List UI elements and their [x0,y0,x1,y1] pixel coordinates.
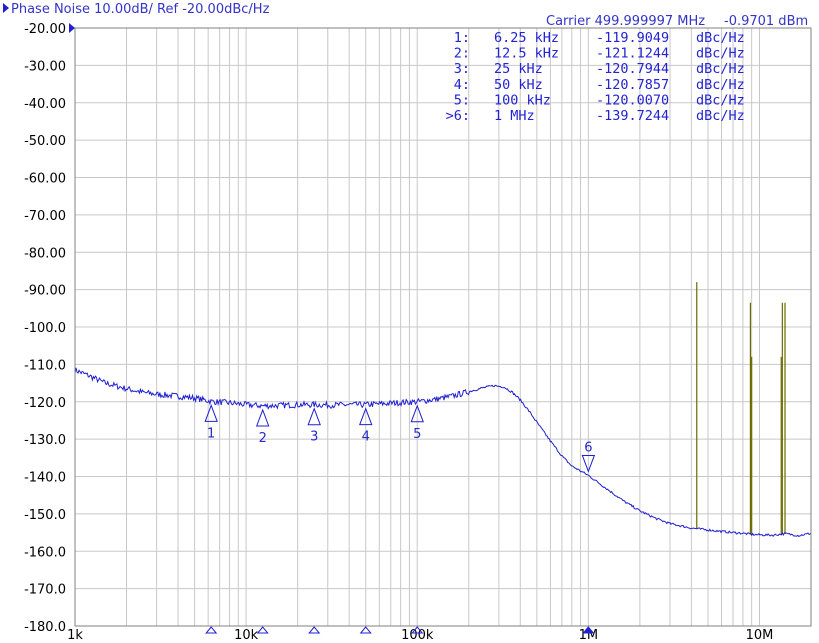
marker-label: 6 [584,440,592,455]
x-tick-label: 1k [67,628,83,643]
bottom-marker-ticks [205,626,595,634]
marker-value: -121.1244 [596,46,669,62]
marker-value: -119.9049 [596,30,669,46]
markers: 1 2 3 4 5 6 [204,403,596,473]
phase-noise-trace [74,367,812,538]
y-tick-label: -150.0 [24,508,66,523]
marker-frequency: 50 kHz [494,77,543,93]
marker-readout-table: 1: 6.25 kHz -119.9049 dBc/Hz 2: 12.5 kHz -121.… [446,30,745,124]
ref-level-arrow-icon[interactable] [69,23,75,33]
marker-unit: dBc/Hz [696,61,745,77]
marker-value: -120.7857 [596,77,669,93]
marker-value: -139.7244 [596,108,669,124]
marker-unit: dBc/Hz [696,30,745,46]
y-tick-label: -130.0 [24,433,66,448]
y-axis-tick-labels: -20.00 -30.00 -40.00 -50.00 -60.00 -70.00 -80.… [24,22,66,635]
y-tick-label: -30.00 [24,59,66,74]
marker-id: 5: [454,92,470,108]
y-tick-label: -110.0 [24,358,66,373]
y-tick-label: -60.00 [24,172,66,187]
marker-id: 1: [454,30,470,46]
y-tick-label: -120.0 [24,396,66,411]
carrier-power: -0.9701 dBm [724,14,808,29]
marker-label: 4 [362,430,370,445]
y-tick-label: -180.0 [24,620,66,635]
x-tick-label: 100k [401,628,434,643]
y-tick-label: -20.00 [24,22,66,37]
marker-label: 2 [259,431,267,446]
marker-id: 3: [454,61,470,77]
trace-selector-arrow-icon[interactable] [3,3,9,13]
marker-label: 3 [310,430,318,445]
marker-bottom-tick [359,626,372,634]
marker-unit: dBc/Hz [696,77,745,93]
y-tick-label: -80.00 [24,246,66,261]
marker-frequency: 12.5 kHz [494,46,559,62]
spur-lines [696,282,786,535]
marker-id: >6: [446,108,470,124]
marker-label: 1 [207,426,215,441]
carrier-frequency: Carrier 499.999997 MHz [546,14,705,29]
y-tick-label: -70.00 [24,209,66,224]
y-tick-label: -90.00 [24,284,66,299]
marker-id: 2: [454,46,470,62]
y-tick-label: -170.0 [24,583,66,598]
y-tick-label: -50.00 [24,134,66,149]
marker-bottom-tick [308,626,321,634]
x-tick-label: 10k [234,628,259,643]
y-tick-label: -40.00 [24,97,66,112]
marker-bottom-tick [205,626,218,634]
marker-label: 5 [413,427,421,442]
phase-noise-chart: Phase Noise 10.00dB/ Ref -20.00dBc/Hz Ca… [3,2,812,643]
marker-unit: dBc/Hz [696,46,745,62]
y-tick-label: -160.0 [24,545,66,560]
marker-unit: dBc/Hz [696,92,745,108]
marker-frequency: 6.25 kHz [494,30,559,46]
marker-frequency: 1 MHz [494,108,535,124]
marker-value: -120.7944 [596,61,669,77]
marker-unit: dBc/Hz [696,108,745,124]
marker-id: 4: [454,77,470,93]
marker-value: -120.0070 [596,92,669,108]
marker-bottom-tick [256,626,269,634]
marker-frequency: 25 kHz [494,61,543,77]
x-tick-label: 10M [746,628,774,643]
marker-frequency: 100 kHz [494,92,551,108]
y-tick-label: -140.0 [24,471,66,486]
marker-triangle [255,408,270,427]
chart-title: Phase Noise 10.00dB/ Ref -20.00dBc/Hz [11,2,270,17]
y-tick-label: -100.0 [24,321,66,336]
marker-triangle [307,407,321,426]
marker-triangle [204,403,218,422]
